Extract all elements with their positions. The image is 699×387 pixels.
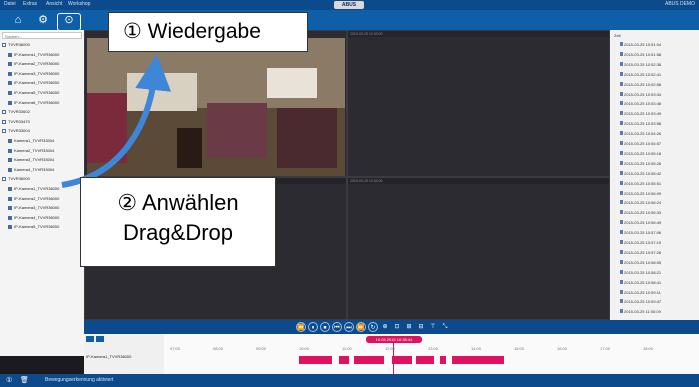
callout-select: ② Anwählen Drag&Drop bbox=[80, 177, 276, 267]
callout-select-line2: Drag&Drop bbox=[122, 220, 234, 245]
callout-playback: ① Wiedergabe bbox=[108, 12, 308, 52]
callout-select-line1: ② Anwählen bbox=[117, 190, 239, 215]
